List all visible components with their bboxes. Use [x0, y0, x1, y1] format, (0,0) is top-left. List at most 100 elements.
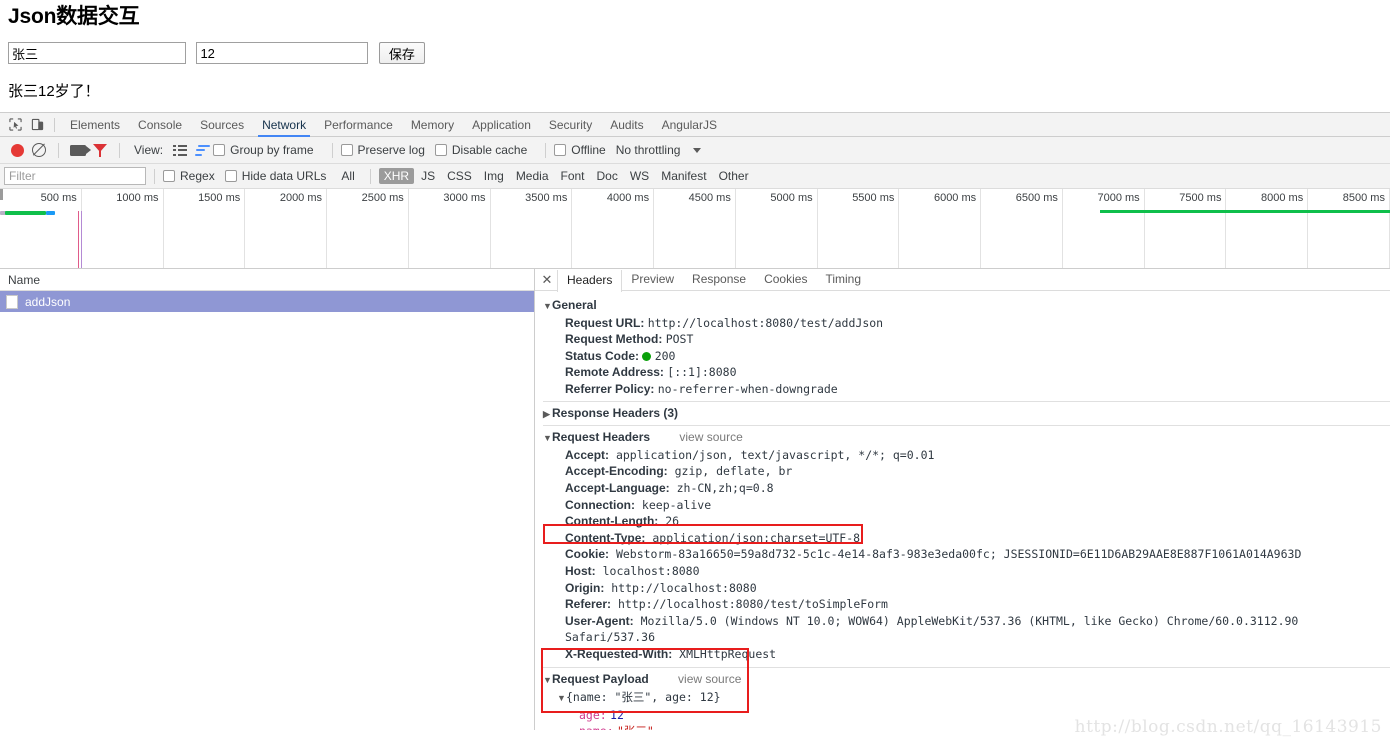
toolbar-divider	[58, 142, 59, 158]
requests-column-header[interactable]: Name	[0, 269, 534, 291]
tab-timing[interactable]: Timing	[816, 269, 870, 290]
payload-summary-row[interactable]: ▼{name: "张三", age: 12}	[543, 689, 1390, 707]
filter-type-font[interactable]: Font	[556, 168, 590, 184]
group-by-frame-checkbox[interactable]: Group by frame	[213, 143, 314, 157]
tab-sources[interactable]: Sources	[191, 114, 253, 137]
filter-type-img[interactable]: Img	[479, 168, 509, 184]
inspect-element-icon[interactable]	[4, 115, 26, 135]
checkbox-box	[340, 144, 353, 156]
timeline-tick: 7000 ms	[1063, 189, 1145, 268]
header-value: 26	[658, 514, 680, 529]
status-ok-icon	[642, 351, 652, 361]
filter-type-doc[interactable]: Doc	[592, 168, 623, 184]
view-source-link[interactable]: view source	[679, 430, 742, 444]
filter-type-js[interactable]: JS	[416, 168, 440, 184]
triangle-down-icon: ▼	[557, 693, 566, 704]
preserve-log-label: Preserve log	[357, 143, 425, 157]
age-input[interactable]	[196, 42, 369, 64]
hide-data-urls-checkbox[interactable]: Hide data URLs	[224, 169, 326, 183]
payload-summary: {name: "张三", age: 12}	[566, 690, 721, 705]
group-by-frame-label: Group by frame	[230, 143, 314, 157]
table-row[interactable]: addJson	[0, 291, 534, 312]
filter-type-media[interactable]: Media	[511, 168, 554, 184]
section-request-payload[interactable]: ▼Request Payload view source	[543, 671, 1390, 689]
dom-content-loaded-line	[78, 211, 79, 268]
header-name: Remote Address:	[565, 365, 664, 380]
header-value: keep-alive	[635, 497, 712, 512]
filter-input[interactable]	[4, 167, 146, 185]
tab-elements[interactable]: Elements	[61, 114, 129, 137]
section-general[interactable]: ▼General	[543, 297, 1390, 315]
filter-type-xhr[interactable]: XHR	[378, 168, 415, 184]
devtools-tab-strip: Elements Console Sources Network Perform…	[0, 113, 1390, 137]
capture-screenshots-icon[interactable]	[67, 140, 91, 160]
header-name: Request URL:	[565, 315, 645, 330]
checkbox-box	[554, 144, 567, 156]
filter-type-all[interactable]: All	[336, 168, 359, 184]
tab-headers[interactable]: Headers	[557, 269, 623, 292]
document-icon	[6, 294, 18, 309]
tab-network[interactable]: Network	[253, 114, 315, 137]
details-tab-strip: ✕ Headers Preview Response Cookies Timin…	[535, 269, 1390, 292]
tab-audits[interactable]: Audits	[601, 114, 652, 137]
header-value: http://localhost:8080	[604, 580, 757, 595]
triangle-down-icon: ▼	[543, 675, 552, 686]
tab-angularjs[interactable]: AngularJS	[653, 114, 726, 137]
header-value: gzip, deflate, br	[667, 464, 793, 479]
timeline-tick: 5500 ms	[818, 189, 900, 268]
header-value: localhost:8080	[595, 563, 700, 578]
tab-cookies[interactable]: Cookies	[755, 269, 816, 290]
general-row-referrer-policy: Referrer Policy: no-referrer-when-downgr…	[543, 381, 1390, 398]
offline-checkbox[interactable]: Offline	[554, 143, 606, 157]
timeline-tick: 3000 ms	[409, 189, 491, 268]
view-list-icon[interactable]	[169, 140, 191, 160]
general-row-remote-address: Remote Address: [::1]:8080	[543, 364, 1390, 381]
clear-button[interactable]	[28, 140, 50, 160]
section-request-headers[interactable]: ▼Request Headers view source	[543, 429, 1390, 447]
tab-application[interactable]: Application	[463, 114, 540, 137]
regex-checkbox[interactable]: Regex	[163, 169, 215, 183]
view-source-link[interactable]: view source	[678, 672, 741, 686]
throttling-select[interactable]: No throttling	[616, 143, 681, 157]
record-button[interactable]	[6, 140, 28, 160]
toggle-device-toolbar-icon[interactable]	[26, 115, 48, 135]
header-value: http://localhost:8080/test/toSimpleForm	[611, 597, 888, 612]
filter-type-css[interactable]: CSS	[442, 168, 477, 184]
request-header-row: X-Requested-With: XMLHttpRequest	[543, 646, 1390, 663]
overview-bar-blue	[46, 211, 55, 215]
result-text: 张三12岁了！	[8, 83, 100, 100]
timeline-tick-label: 1000 ms	[116, 192, 159, 204]
tab-response[interactable]: Response	[683, 269, 755, 290]
tab-preview[interactable]: Preview	[622, 269, 683, 290]
chevron-down-icon[interactable]	[686, 140, 708, 160]
filter-type-other[interactable]: Other	[714, 168, 754, 184]
preserve-log-checkbox[interactable]: Preserve log	[340, 143, 425, 157]
name-input[interactable]	[8, 42, 186, 64]
tab-console[interactable]: Console	[129, 114, 191, 137]
timeline-tick-label: 6000 ms	[933, 192, 977, 204]
tab-security[interactable]: Security	[540, 114, 601, 137]
view-waterfall-icon[interactable]	[191, 140, 213, 160]
payload-value: "张三"	[617, 724, 654, 730]
section-response-headers[interactable]: ▶ Response Headers (3)	[543, 405, 1390, 423]
header-value: no-referrer-when-downgrade	[657, 381, 838, 396]
save-button[interactable]: 保存	[378, 42, 425, 64]
filter-type-ws[interactable]: WS	[625, 168, 654, 184]
tab-memory[interactable]: Memory	[402, 114, 463, 137]
toolbar-divider	[119, 142, 120, 158]
request-header-row: Referer: http://localhost:8080/test/toSi…	[543, 596, 1390, 613]
timeline-tick-label: 2500 ms	[361, 192, 404, 204]
filter-type-manifest[interactable]: Manifest	[656, 168, 711, 184]
request-header-row: Connection: keep-alive	[543, 497, 1390, 514]
general-row-request-url: Request URL: http://localhost:8080/test/…	[543, 315, 1390, 332]
network-filter-bar: Regex Hide data URLs All XHR JS CSS Img …	[0, 164, 1390, 189]
disable-cache-checkbox[interactable]: Disable cache	[434, 143, 527, 157]
network-overview-timeline[interactable]: 500 ms 1000 ms 1500 ms 2000 ms 2500 ms 3000 m…	[0, 189, 1390, 269]
timeline-tick: 7500 ms	[1145, 189, 1227, 268]
toolbar-divider	[331, 142, 333, 158]
filter-icon[interactable]	[89, 140, 111, 160]
header-value: 200	[654, 348, 676, 363]
tab-performance[interactable]: Performance	[315, 114, 402, 137]
watermark: http://blog.csdn.net/qq_16143915	[1074, 717, 1382, 737]
close-icon[interactable]: ✕	[537, 272, 557, 288]
